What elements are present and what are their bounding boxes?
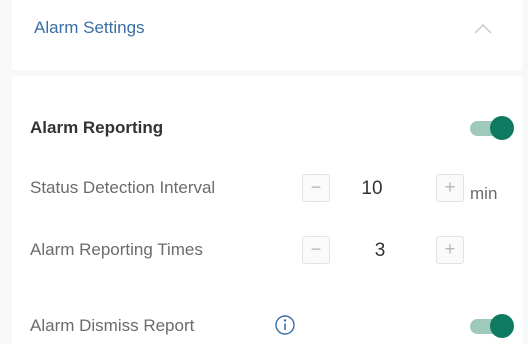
alarm-dismiss-report-toggle[interactable] bbox=[470, 314, 514, 338]
times-increment-button[interactable]: + bbox=[436, 236, 464, 264]
toggle-knob bbox=[490, 116, 514, 140]
interval-value[interactable]: 10 bbox=[352, 178, 392, 200]
interval-unit: min bbox=[470, 184, 498, 203]
alarm-dismiss-report-label: Alarm Dismiss Report bbox=[30, 316, 195, 335]
alarm-settings-header[interactable]: Alarm Settings bbox=[12, 0, 522, 70]
chevron-up-icon[interactable] bbox=[472, 18, 494, 40]
alarm-reporting-times-label: Alarm Reporting Times bbox=[30, 240, 203, 259]
toggle-knob bbox=[490, 314, 514, 338]
alarm-reporting-label: Alarm Reporting bbox=[30, 118, 164, 137]
times-decrement-button[interactable]: − bbox=[302, 236, 330, 264]
info-icon[interactable] bbox=[274, 314, 296, 336]
alarm-reporting-row: Alarm Reporting bbox=[12, 114, 522, 144]
status-detection-interval-row: Status Detection Interval − 10 + min bbox=[12, 172, 522, 206]
alarm-reporting-times-row: Alarm Reporting Times − 3 + bbox=[12, 232, 522, 266]
alarm-settings-panel: Alarm Reporting Status Detection Interva… bbox=[12, 76, 522, 344]
interval-increment-button[interactable]: + bbox=[436, 174, 464, 202]
section-title: Alarm Settings bbox=[34, 18, 145, 37]
times-value[interactable]: 3 bbox=[360, 240, 400, 262]
interval-decrement-button[interactable]: − bbox=[302, 174, 330, 202]
alarm-reporting-toggle[interactable] bbox=[470, 116, 514, 140]
status-detection-interval-label: Status Detection Interval bbox=[30, 178, 216, 197]
alarm-dismiss-report-row: Alarm Dismiss Report bbox=[12, 312, 522, 342]
